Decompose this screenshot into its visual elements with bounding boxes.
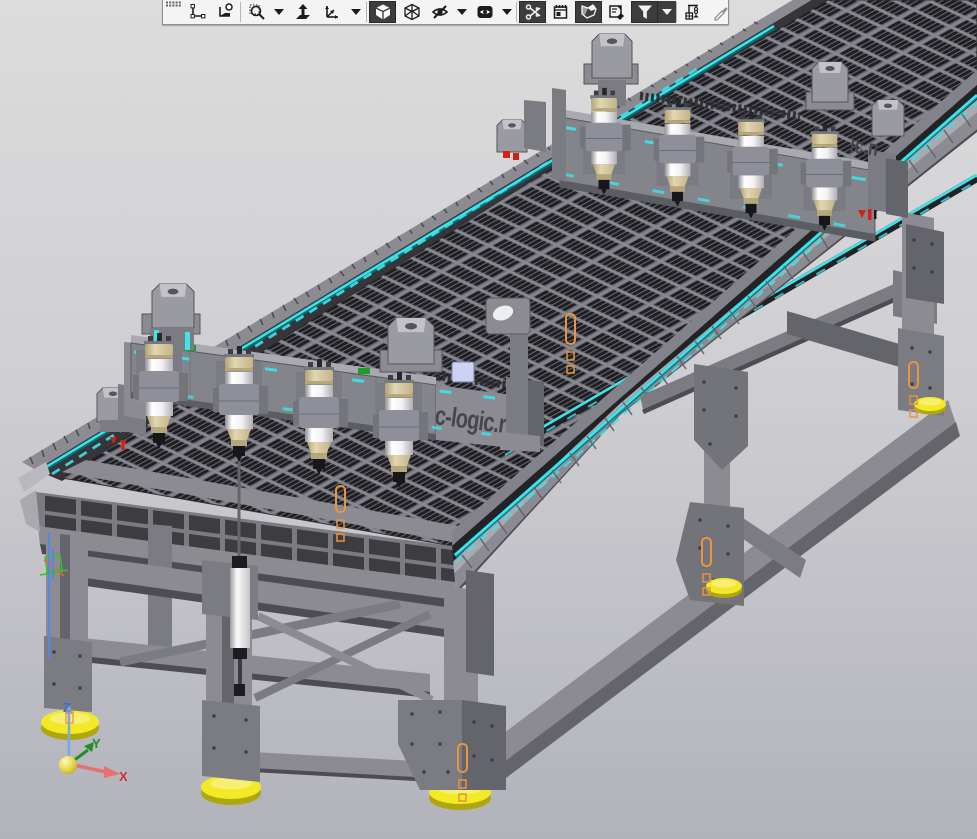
svg-text:X: X (119, 769, 128, 784)
svg-text:Y: Y (92, 736, 101, 751)
svg-text:Z: Z (63, 700, 71, 715)
svg-text:ic.п: ic.п (848, 133, 880, 162)
